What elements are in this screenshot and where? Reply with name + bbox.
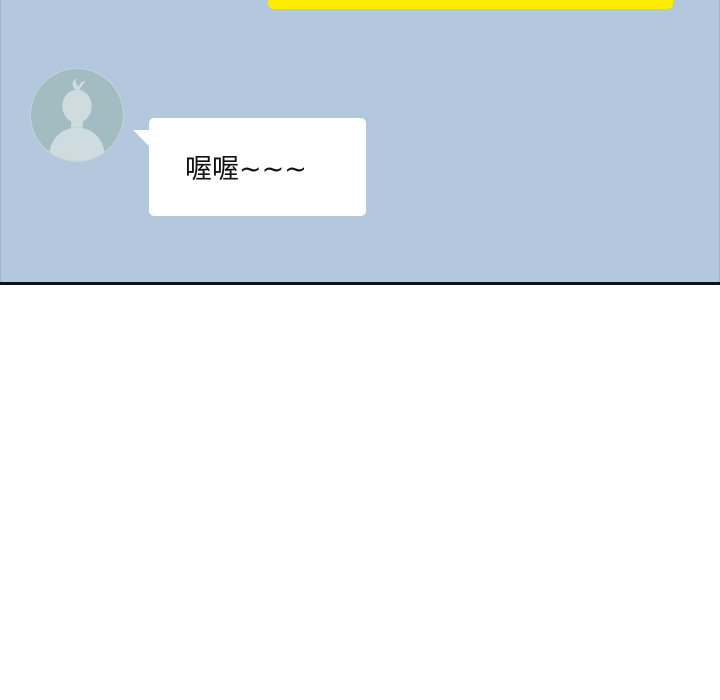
chat-panel: 喔喔~~~ <box>0 0 720 282</box>
contact-avatar[interactable] <box>30 68 124 162</box>
default-person-icon <box>31 69 123 161</box>
sent-message-bubble[interactable] <box>268 0 673 9</box>
received-message-text: 喔喔~~~ <box>185 154 307 185</box>
received-message-bubble[interactable]: 喔喔~~~ <box>149 118 366 216</box>
panel-divider <box>0 282 720 285</box>
